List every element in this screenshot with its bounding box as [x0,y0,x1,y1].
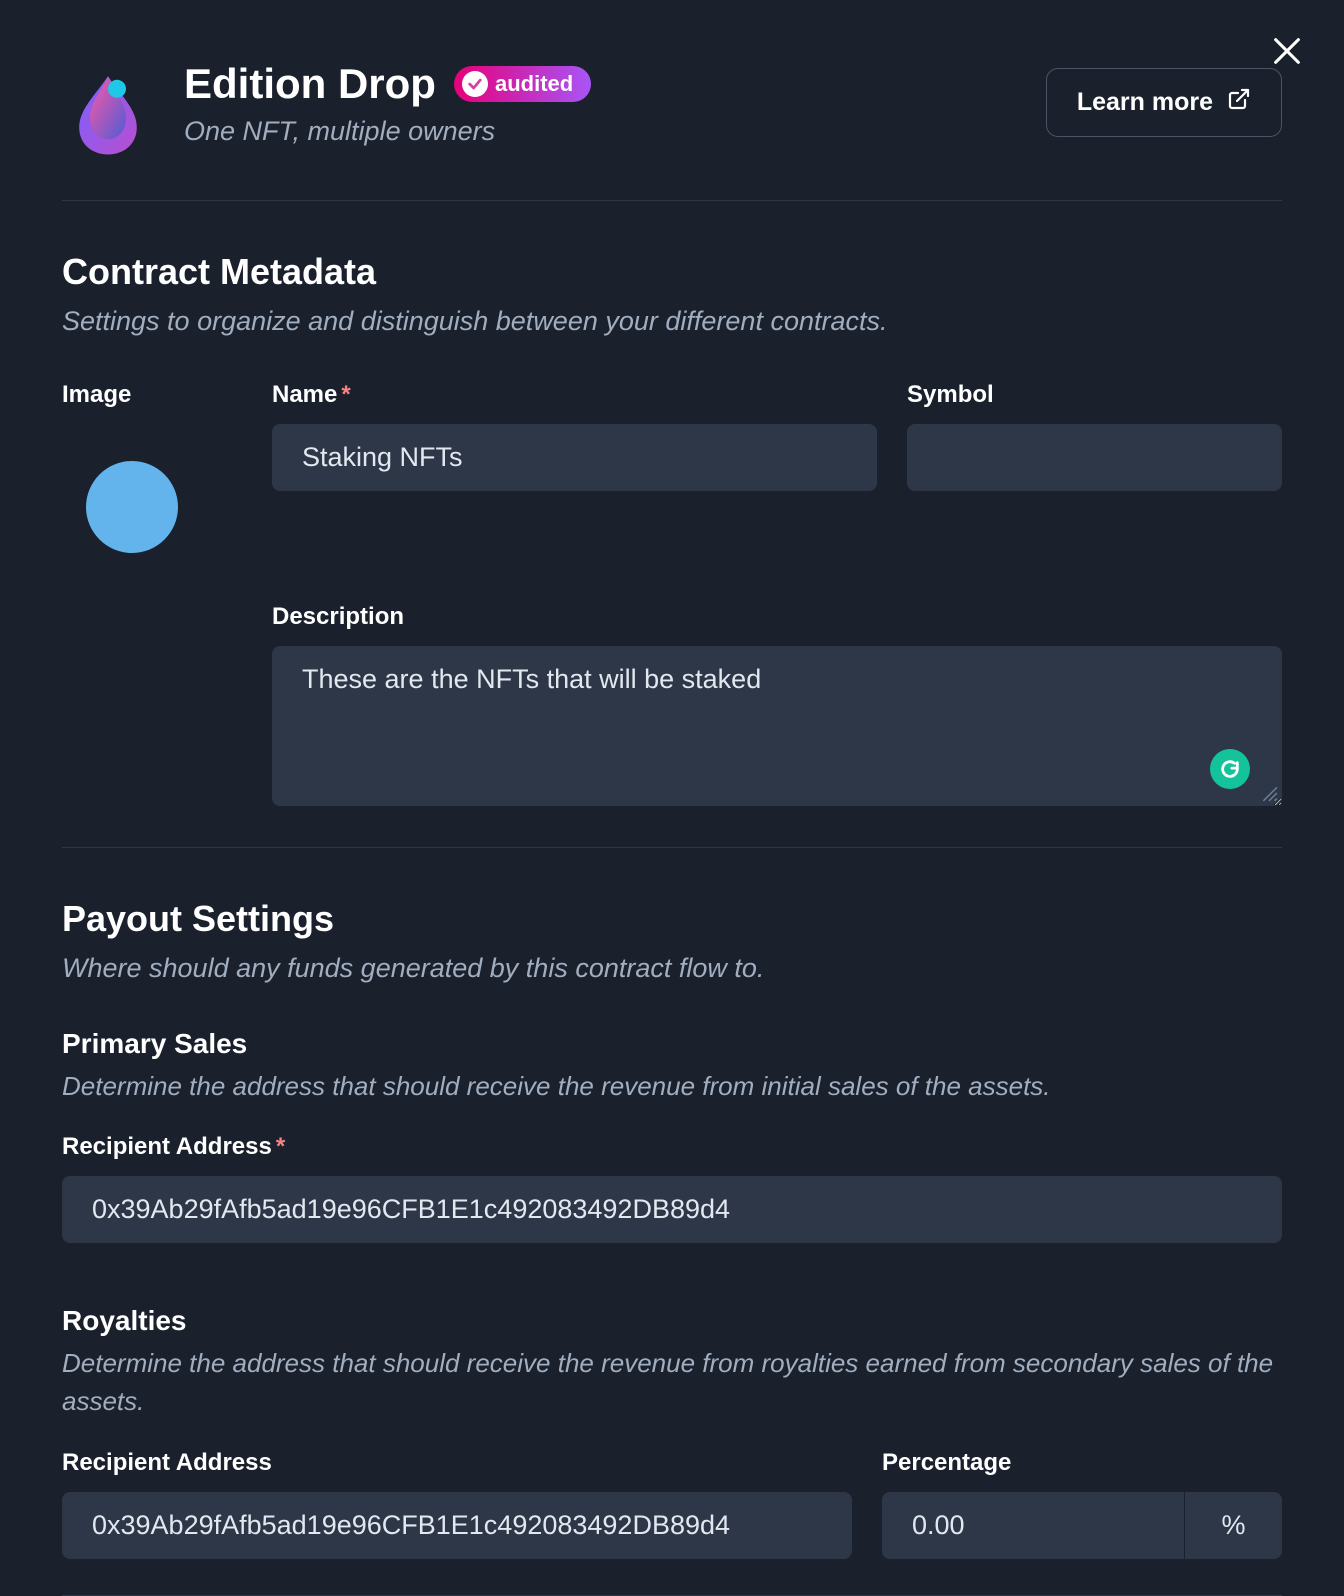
external-link-icon [1227,87,1251,118]
name-input[interactable] [272,424,877,491]
page-title: Edition Drop [184,60,436,108]
payout-settings-section: Payout Settings Where should any funds g… [62,848,1282,1596]
learn-more-label: Learn more [1077,88,1213,117]
primary-sales-heading: Primary Sales [62,1028,1282,1060]
description-label: Description [272,603,1282,631]
percentage-field: Percentage % [882,1449,1282,1559]
royalty-recipient-label: Recipient Address [62,1449,852,1477]
page-subtitle: One NFT, multiple owners [184,116,591,147]
primary-sales-desc: Determine the address that should receiv… [62,1068,1282,1106]
royalty-recipient-input[interactable] [62,1492,852,1559]
symbol-input[interactable] [907,424,1282,491]
primary-recipient-input[interactable] [62,1176,1282,1243]
image-field: Image [62,381,242,553]
section-desc: Where should any funds generated by this… [62,950,1282,988]
symbol-label: Symbol [907,381,1282,409]
audited-badge: audited [454,66,591,102]
description-input[interactable] [272,646,1282,806]
percentage-unit: % [1184,1492,1282,1559]
royalties-heading: Royalties [62,1305,1282,1337]
header: Edition Drop audited One NFT, multiple o… [62,60,1282,201]
check-icon [462,71,488,97]
recipient-label: Recipient Address* [62,1133,1282,1161]
name-label: Name* [272,381,877,409]
image-label: Image [62,381,242,409]
percentage-input[interactable] [882,1492,1184,1559]
close-icon[interactable] [1270,34,1304,73]
audited-label: audited [495,71,573,97]
section-title: Contract Metadata [62,251,1282,293]
royalties-desc: Determine the address that should receiv… [62,1345,1282,1420]
symbol-field: Symbol [907,381,1282,553]
name-field: Name* [272,381,877,553]
section-desc: Settings to organize and distinguish bet… [62,303,1282,341]
contract-metadata-section: Contract Metadata Settings to organize a… [62,201,1282,848]
grammarly-icon[interactable] [1210,749,1250,789]
primary-recipient-field: Recipient Address* [62,1133,1282,1243]
description-field: Description [272,603,1282,811]
royalty-recipient-field: Recipient Address [62,1449,852,1559]
section-title: Payout Settings [62,898,1282,940]
image-upload[interactable] [86,461,178,553]
percentage-label: Percentage [882,1449,1282,1477]
logo-icon [62,68,154,160]
learn-more-button[interactable]: Learn more [1046,68,1282,137]
